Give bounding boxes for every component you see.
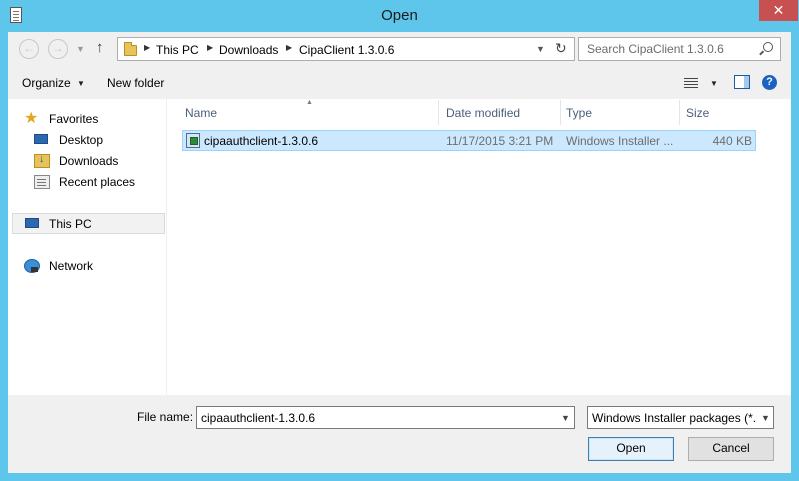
title-bar[interactable]: Open ✕ (0, 0, 799, 32)
nav-item-favorites[interactable]: ★ Favorites (22, 109, 166, 130)
new-folder-button[interactable]: New folder (107, 76, 164, 90)
refresh-icon[interactable]: ↻ (555, 40, 567, 57)
nav-item-label: Downloads (59, 154, 119, 168)
back-arrow-icon[interactable]: ← (19, 39, 39, 59)
organize-chevron-down-icon[interactable]: ▼ (77, 79, 85, 88)
nav-item-label: Desktop (59, 133, 104, 147)
breadcrumb-separator-icon[interactable]: ▶ (207, 43, 213, 52)
computer-icon (25, 218, 39, 228)
file-name-input[interactable] (201, 410, 541, 426)
nav-item-label: This PC (49, 217, 92, 231)
breadcrumb-separator-icon[interactable]: ▶ (144, 43, 150, 52)
file-name-cell: cipaauthclient-1.3.0.6 (204, 134, 319, 148)
desktop-icon (34, 134, 48, 144)
nav-item-this-pc[interactable]: This PC (12, 213, 165, 234)
file-type-chevron-down-icon[interactable]: ▼ (761, 413, 770, 423)
nav-item-desktop[interactable]: Desktop (32, 130, 176, 151)
nav-item-recent-places[interactable]: Recent places (32, 172, 176, 193)
breadcrumb-downloads[interactable]: Downloads (219, 43, 278, 57)
nav-item-network[interactable]: Network (22, 256, 166, 277)
column-header-name[interactable]: Name (179, 100, 439, 125)
search-icon[interactable] (763, 42, 773, 52)
dialog-client-area: ← → ▼ ↑ ▶ This PC ▶ Downloads ▶ CipaClie… (8, 32, 791, 473)
column-header-date-modified[interactable]: Date modified (440, 100, 561, 125)
network-icon (24, 259, 40, 273)
nav-item-downloads[interactable]: Downloads (32, 151, 176, 172)
breadcrumb-cipaclient[interactable]: CipaClient 1.3.0.6 (299, 43, 394, 57)
nav-item-label: Network (49, 259, 94, 273)
address-history-chevron-down-icon[interactable]: ▼ (536, 44, 545, 54)
folder-icon (124, 42, 137, 56)
open-dialog: Open ✕ ← → ▼ ↑ ▶ This PC ▶ Downloads ▶ C… (0, 0, 799, 481)
file-type-select[interactable]: Windows Installer packages (*.msi) ▼ (587, 406, 774, 429)
close-button[interactable]: ✕ (759, 0, 798, 21)
help-icon[interactable]: ? (762, 75, 777, 90)
nav-item-label: Favorites (49, 112, 99, 126)
preview-pane-icon[interactable] (734, 75, 750, 89)
type-cell: Windows Installer ... (566, 134, 674, 148)
search-box[interactable] (578, 37, 781, 61)
column-header-type[interactable]: Type (560, 100, 680, 125)
breadcrumb-separator-icon[interactable]: ▶ (286, 43, 292, 52)
column-header-size[interactable]: Size (680, 100, 760, 125)
views-chevron-down-icon[interactable]: ▼ (710, 79, 718, 88)
file-name-chevron-down-icon[interactable]: ▼ (561, 413, 570, 423)
search-input[interactable] (587, 41, 757, 57)
date-modified-cell: 11/17/2015 3:21 PM (446, 134, 554, 148)
file-type-value: Windows Installer packages (*.msi) (592, 411, 757, 425)
file-name-label: File name: (137, 410, 194, 424)
breadcrumb-this-pc[interactable]: This PC (156, 43, 199, 57)
size-cell: 440 KB (712, 134, 752, 148)
recent-places-icon (34, 175, 50, 189)
open-button[interactable]: Open (588, 437, 674, 461)
nav-item-label: Recent places (59, 175, 136, 189)
navigation-pane[interactable]: ★ Favorites Desktop Downloads Recent pla… (8, 99, 166, 395)
address-bar[interactable]: ▶ This PC ▶ Downloads ▶ CipaClient 1.3.0… (117, 37, 575, 61)
table-row[interactable]: cipaauthclient-1.3.0.6 11/17/2015 3:21 P… (182, 130, 756, 151)
up-arrow-icon[interactable]: ↑ (96, 39, 104, 56)
command-toolbar: Organize ▼ New folder ▼ ? (8, 70, 791, 98)
organize-button[interactable]: Organize (22, 76, 71, 90)
recent-locations-chevron-down-icon[interactable]: ▼ (76, 44, 85, 54)
forward-arrow-icon[interactable]: → (48, 39, 68, 59)
file-name-combobox[interactable]: ▼ (196, 406, 575, 429)
installer-package-icon (186, 133, 200, 148)
dialog-title: Open (381, 7, 418, 24)
details-view-icon[interactable] (684, 77, 698, 88)
file-list[interactable]: ▲ Name Date modified Type Size cipaauthc… (167, 99, 791, 395)
star-icon: ★ (24, 110, 39, 127)
cancel-button[interactable]: Cancel (688, 437, 774, 461)
downloads-folder-icon (34, 153, 50, 168)
